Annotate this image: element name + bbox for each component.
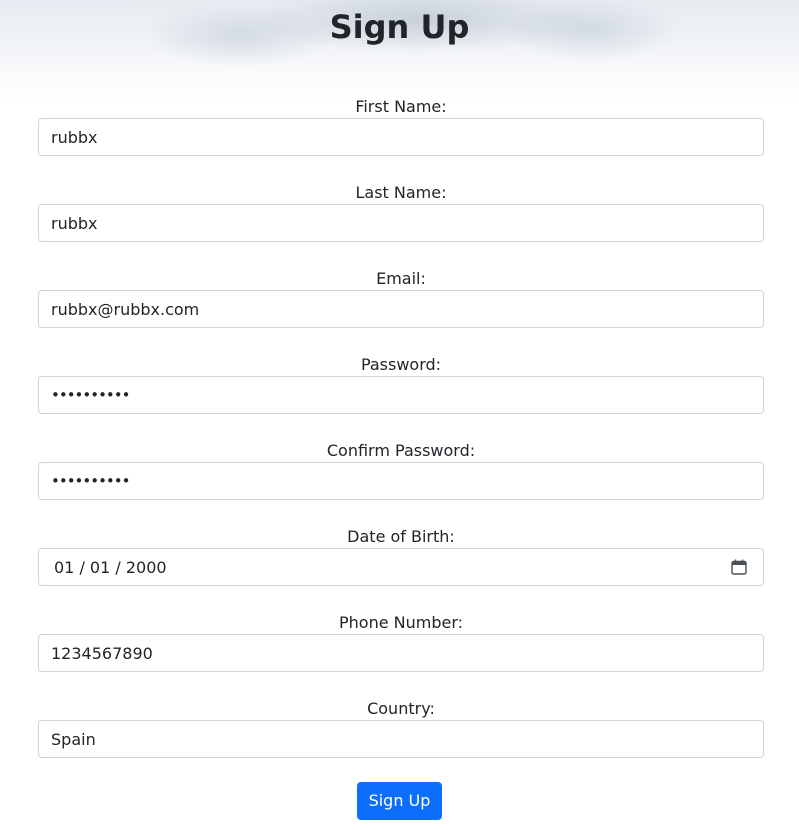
- last-name-group: Last Name: rubbx: [38, 182, 764, 268]
- last-name-label: Last Name:: [355, 183, 447, 202]
- first-name-group: First Name: rubbx: [38, 96, 764, 182]
- last-name-input[interactable]: rubbx: [38, 204, 764, 242]
- country-input[interactable]: Spain: [38, 720, 764, 758]
- country-group: Country: Spain: [38, 698, 764, 784]
- submit-row: Sign Up: [0, 782, 799, 820]
- password-label: Password:: [360, 355, 442, 374]
- page-title: Sign Up: [329, 8, 470, 46]
- signup-form: First Name: rubbx Last Name: rubbx Email…: [38, 96, 764, 784]
- email-group: Email: rubbx@rubbx.com: [38, 268, 764, 354]
- calendar-icon[interactable]: [730, 558, 748, 576]
- last-name-value: rubbx: [51, 213, 98, 233]
- password-input[interactable]: ••••••••••: [38, 376, 764, 414]
- country-label: Country:: [367, 699, 435, 718]
- confirm-password-label: Confirm Password:: [326, 441, 476, 460]
- signup-page: Sign Up First Name: rubbx Last Name: rub…: [0, 0, 799, 830]
- date-of-birth-input[interactable]: 01 / 01 / 2000: [38, 548, 764, 586]
- confirm-password-group: Confirm Password: ••••••••••: [38, 440, 764, 526]
- confirm-password-value: ••••••••••: [51, 472, 130, 490]
- password-value: ••••••••••: [51, 386, 130, 404]
- first-name-value: rubbx: [51, 127, 98, 147]
- date-of-birth-label: Date of Birth:: [347, 527, 455, 546]
- phone-input[interactable]: 1234567890: [38, 634, 764, 672]
- date-of-birth-value: 01 / 01 / 2000: [54, 557, 167, 577]
- first-name-label: First Name:: [355, 97, 447, 116]
- sign-up-button[interactable]: Sign Up: [356, 782, 443, 820]
- phone-group: Phone Number: 1234567890: [38, 612, 764, 698]
- email-value: rubbx@rubbx.com: [51, 299, 200, 319]
- phone-value: 1234567890: [51, 643, 153, 663]
- date-of-birth-group: Date of Birth: 01 / 01 / 2000: [38, 526, 764, 612]
- country-value: Spain: [51, 729, 96, 749]
- email-label: Email:: [376, 269, 426, 288]
- confirm-password-input[interactable]: ••••••••••: [38, 462, 764, 500]
- password-group: Password: ••••••••••: [38, 354, 764, 440]
- phone-label: Phone Number:: [338, 613, 464, 632]
- email-input[interactable]: rubbx@rubbx.com: [38, 290, 764, 328]
- first-name-input[interactable]: rubbx: [38, 118, 764, 156]
